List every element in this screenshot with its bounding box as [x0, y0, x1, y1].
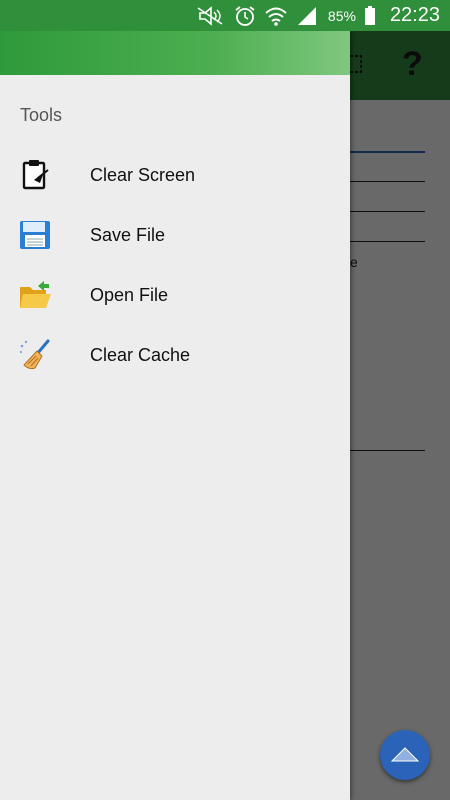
status-bar: 85% 22:23 [0, 0, 450, 31]
mute-icon [197, 5, 223, 26]
menu-item-label: Clear Screen [90, 164, 196, 185]
drawer-header [0, 31, 350, 75]
chevron-up-icon [390, 747, 420, 762]
clock: 22:23 [389, 4, 440, 26]
navigation-drawer: Tools Clear Screen Save File Open File C… [0, 31, 350, 800]
battery-icon [364, 5, 375, 25]
broom-icon [19, 339, 50, 370]
menu-item-open-file[interactable]: Open File [0, 265, 350, 325]
wifi-icon [265, 7, 287, 26]
menu-item-save-file[interactable]: Save File [0, 205, 350, 265]
menu-item-label: Clear Cache [90, 344, 191, 365]
menu-item-label: Open File [90, 284, 169, 305]
menu-item-clear-cache[interactable]: Clear Cache [0, 325, 350, 385]
scroll-up-button[interactable] [380, 730, 430, 780]
menu-item-label: Save File [90, 224, 166, 245]
open-folder-icon [20, 281, 51, 308]
battery-percent: 85% [327, 7, 356, 24]
floppy-disk-icon [20, 221, 50, 249]
alarm-icon [235, 5, 255, 26]
clipboard-icon [22, 160, 49, 190]
signal-icon [297, 6, 316, 25]
menu-item-clear-screen[interactable]: Clear Screen [0, 145, 350, 205]
section-title-tools: Tools [20, 105, 63, 125]
